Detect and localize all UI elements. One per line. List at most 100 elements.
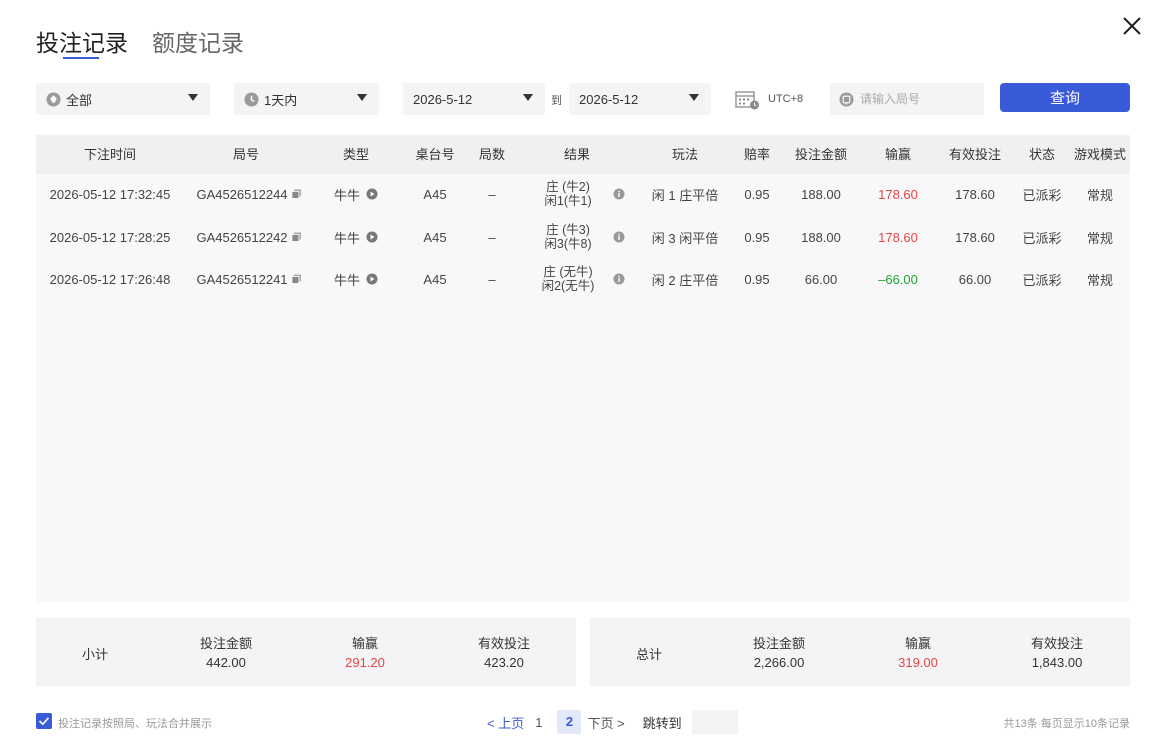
round-search-input[interactable]	[860, 92, 970, 106]
cell-type: 牛牛	[334, 216, 378, 258]
search-icon	[839, 91, 854, 107]
close-icon[interactable]	[1120, 14, 1144, 38]
round-id: GA4526512244	[196, 186, 288, 202]
col-header-status[interactable]: 状态	[1029, 135, 1055, 174]
cell-round: GA4526512244	[196, 173, 302, 215]
merge-checkbox[interactable]	[36, 713, 52, 729]
subtotal-win-value: 291.20	[345, 655, 385, 670]
subtotal-panel: 小计 投注金额 442.00 输赢 291.20 有效投注 423.20	[36, 618, 576, 686]
total-valid: 有效投注 1,843.00	[1031, 634, 1083, 672]
cell-time: 2026-05-12 17:26:48	[49, 271, 171, 287]
cell-result: 庄 (无牛) 闲2(无牛)	[542, 258, 595, 300]
time-range-select[interactable]: 1天内	[234, 83, 379, 115]
total-valid-value: 1,843.00	[1031, 655, 1083, 670]
cell-table: A45	[423, 229, 447, 245]
page-1-button[interactable]: 1	[532, 715, 545, 730]
total-label: 总计	[635, 647, 663, 662]
col-header-valid[interactable]: 有效投注	[949, 135, 1001, 174]
tab-bet-records[interactable]: 投注记录	[36, 24, 128, 59]
table-row[interactable]: 2026-05-12 17:26:48 GA4526512241 牛牛 A45 …	[36, 258, 1130, 300]
calendar-icon[interactable]	[735, 90, 761, 110]
col-header-count[interactable]: 局数	[479, 135, 505, 174]
subtotal-label: 小计	[81, 647, 109, 662]
cell-mode: 常规	[1086, 272, 1114, 288]
cell-round: GA4526512242	[196, 216, 302, 258]
col-header-bet[interactable]: 投注金额	[795, 135, 847, 174]
next-page-button[interactable]: 下页 >	[587, 713, 624, 732]
cell-round: GA4526512241	[196, 258, 302, 300]
total-records-info: 共13条 每页显示10条记录	[1003, 718, 1130, 730]
round-search-box	[830, 83, 984, 115]
query-button[interactable]: 查询	[1000, 83, 1130, 112]
info-icon[interactable]	[613, 273, 625, 285]
date-from-select[interactable]: 2026-5-12	[403, 83, 545, 115]
game-type-icon	[46, 91, 61, 107]
jump-to-input[interactable]	[691, 710, 738, 734]
subtotal-valid-label: 有效投注	[477, 636, 531, 651]
total-win: 输赢 319.00	[898, 634, 938, 672]
col-header-type[interactable]: 类型	[343, 135, 369, 174]
cell-count: –	[488, 186, 496, 202]
col-header-result[interactable]: 结果	[564, 135, 590, 174]
col-header-time[interactable]: 下注时间	[84, 135, 136, 174]
copy-icon[interactable]	[291, 274, 302, 284]
play-icon[interactable]	[366, 188, 378, 200]
result-banker: 庄 (无牛)	[543, 265, 593, 279]
col-header-win[interactable]: 输赢	[885, 135, 911, 174]
cell-table: A45	[423, 186, 447, 202]
cell-play: 闲 3 闲平倍	[651, 230, 719, 246]
chevron-down-icon	[689, 94, 699, 101]
cell-win: 178.60	[878, 186, 918, 202]
table-row[interactable]: 2026-05-12 17:32:45 GA4526512244 牛牛 A45 …	[36, 173, 1130, 215]
cell-result: 庄 (牛3) 闲3(牛8)	[544, 216, 591, 258]
page-2-button[interactable]: 2	[557, 710, 582, 734]
info-icon[interactable]	[613, 231, 625, 243]
total-valid-label: 有效投注	[1030, 636, 1084, 651]
cell-bet: 188.00	[801, 186, 841, 202]
subtotal-bet-label: 投注金额	[199, 636, 253, 651]
game-type: 牛牛	[333, 272, 361, 288]
cell-type: 牛牛	[334, 173, 378, 215]
result-player: 闲2(无牛)	[541, 279, 595, 293]
copy-icon[interactable]	[291, 189, 302, 199]
result-banker: 庄 (牛2)	[546, 180, 590, 194]
date-to-select[interactable]: 2026-5-12	[569, 83, 711, 115]
table-row[interactable]: 2026-05-12 17:28:25 GA4526512242 牛牛 A45 …	[36, 216, 1130, 258]
game-type-value: 全部	[66, 92, 93, 108]
cell-table: A45	[423, 271, 447, 287]
col-header-round[interactable]: 局号	[233, 135, 259, 174]
subtotal-bet-value: 442.00	[206, 655, 246, 670]
play-icon[interactable]	[366, 231, 378, 243]
result-banker: 庄 (牛3)	[546, 223, 590, 237]
result-player: 闲3(牛8)	[544, 237, 592, 251]
record-tabs: 投注记录 额度记录	[36, 24, 244, 64]
footer-bar: 投注记录按照局、玩法合并展示 < 上页 1 2 下页 > 跳转到 共13条 每页…	[36, 710, 1130, 734]
cell-odds: 0.95	[744, 229, 770, 245]
cell-result: 庄 (牛2) 闲1(牛1)	[544, 173, 591, 215]
tab-credit-records[interactable]: 额度记录	[152, 24, 244, 58]
cell-mode: 常规	[1086, 187, 1114, 203]
play-icon[interactable]	[366, 273, 378, 285]
col-header-play[interactable]: 玩法	[672, 135, 698, 174]
date-from-value: 2026-5-12	[413, 91, 473, 107]
col-header-mode[interactable]: 游戏模式	[1074, 135, 1126, 174]
clock-icon	[244, 91, 259, 107]
subtotal-valid: 有效投注 423.20	[478, 634, 530, 672]
cell-type: 牛牛	[334, 258, 378, 300]
copy-icon[interactable]	[291, 232, 302, 242]
chevron-down-icon	[523, 94, 533, 101]
cell-mode: 常规	[1086, 230, 1114, 246]
subtotal-win-label: 输赢	[351, 636, 379, 651]
timezone-label: UTC+8	[768, 93, 804, 105]
game-type-select[interactable]: 全部	[36, 83, 210, 115]
col-header-odds[interactable]: 赔率	[744, 135, 770, 174]
merge-checkbox-label: 投注记录按照局、玩法合并展示	[58, 718, 212, 730]
cell-odds: 0.95	[744, 186, 770, 202]
cell-odds: 0.95	[744, 271, 770, 287]
subtotal-bet: 投注金额 442.00	[200, 634, 252, 672]
prev-page-button[interactable]: < 上页	[487, 713, 524, 732]
total-bet-label: 投注金额	[752, 636, 806, 651]
to-label: 到	[551, 95, 562, 107]
info-icon[interactable]	[613, 188, 625, 200]
col-header-table[interactable]: 桌台号	[415, 135, 454, 174]
